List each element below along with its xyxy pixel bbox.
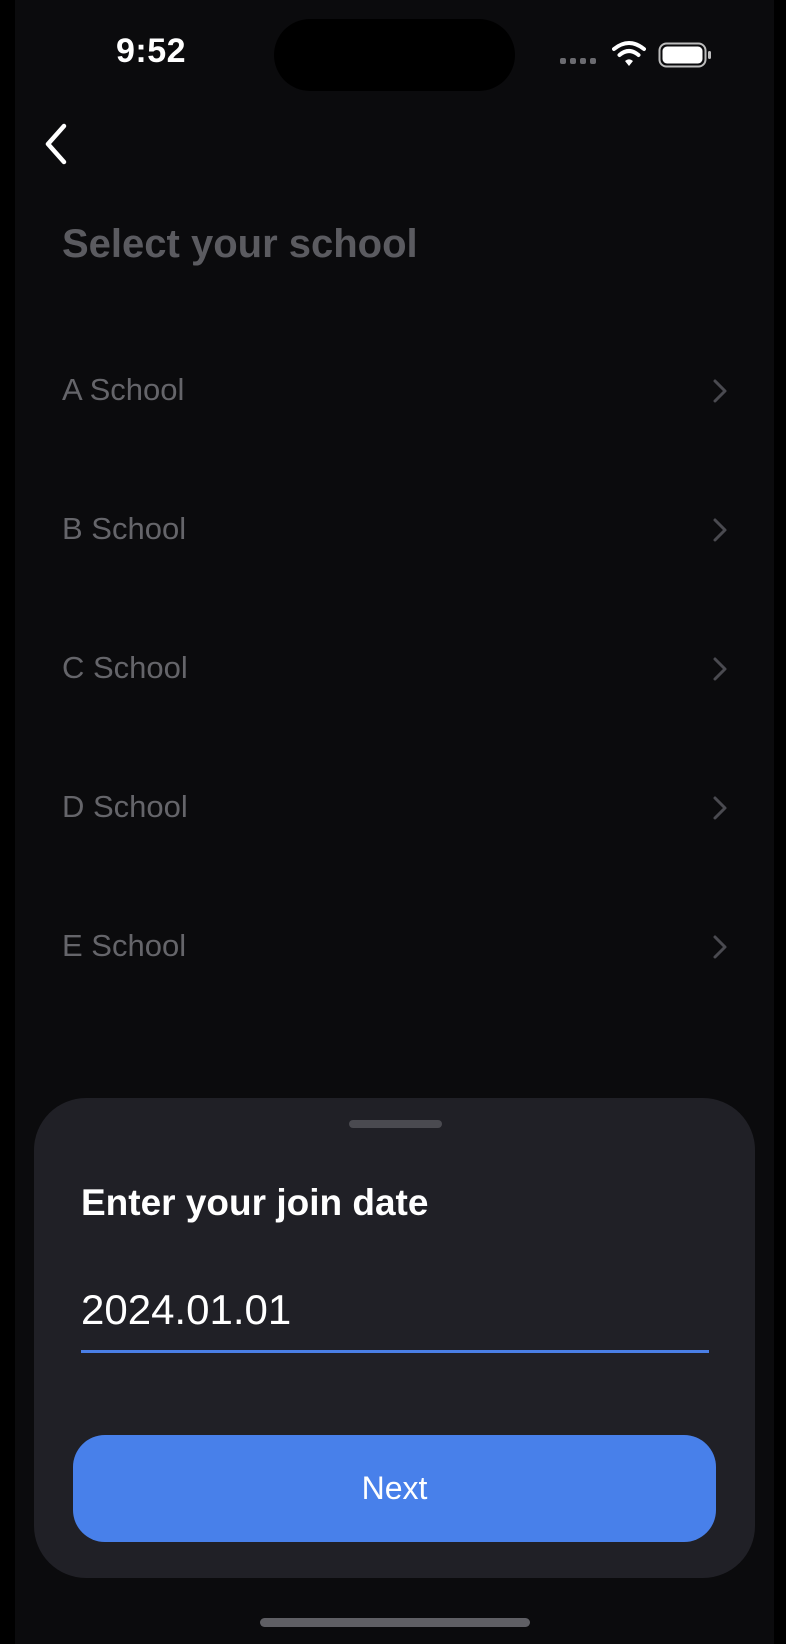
school-item-b[interactable]: B School: [0, 459, 786, 598]
join-date-input[interactable]: [81, 1282, 709, 1338]
chevron-right-icon: [713, 657, 727, 681]
chevron-right-icon: [713, 518, 727, 542]
chevron-right-icon: [713, 796, 727, 820]
screen: 9:52 Select your school A School B Schoo…: [0, 0, 786, 1644]
school-item-d[interactable]: D School: [0, 737, 786, 876]
sheet-title: Enter your join date: [81, 1182, 429, 1223]
dynamic-island: [274, 19, 515, 91]
next-button[interactable]: Next: [73, 1435, 716, 1542]
cellular-signal-icon: [560, 58, 596, 64]
school-item-c[interactable]: C School: [0, 598, 786, 737]
school-item-label: A School: [62, 372, 185, 407]
sheet-grabber[interactable]: [349, 1120, 442, 1128]
input-underline: [81, 1350, 709, 1353]
school-item-label: C School: [62, 650, 188, 685]
battery-icon: [658, 42, 711, 68]
chevron-right-icon: [713, 379, 727, 403]
school-item-label: B School: [62, 511, 187, 546]
back-chevron-icon[interactable]: [38, 118, 78, 170]
wifi-icon: [612, 41, 646, 66]
page-title: Select your school: [62, 222, 418, 266]
school-item-a[interactable]: A School: [0, 320, 786, 459]
school-item-e[interactable]: E School: [0, 876, 786, 1015]
join-date-sheet: Enter your join date Next: [34, 1098, 755, 1578]
school-item-label: D School: [62, 789, 188, 824]
school-list: A School B School C School D School E Sc…: [0, 320, 786, 1015]
school-item-label: E School: [62, 928, 187, 963]
home-indicator: [260, 1618, 530, 1627]
chevron-right-icon: [713, 935, 727, 959]
status-time: 9:52: [116, 32, 187, 70]
